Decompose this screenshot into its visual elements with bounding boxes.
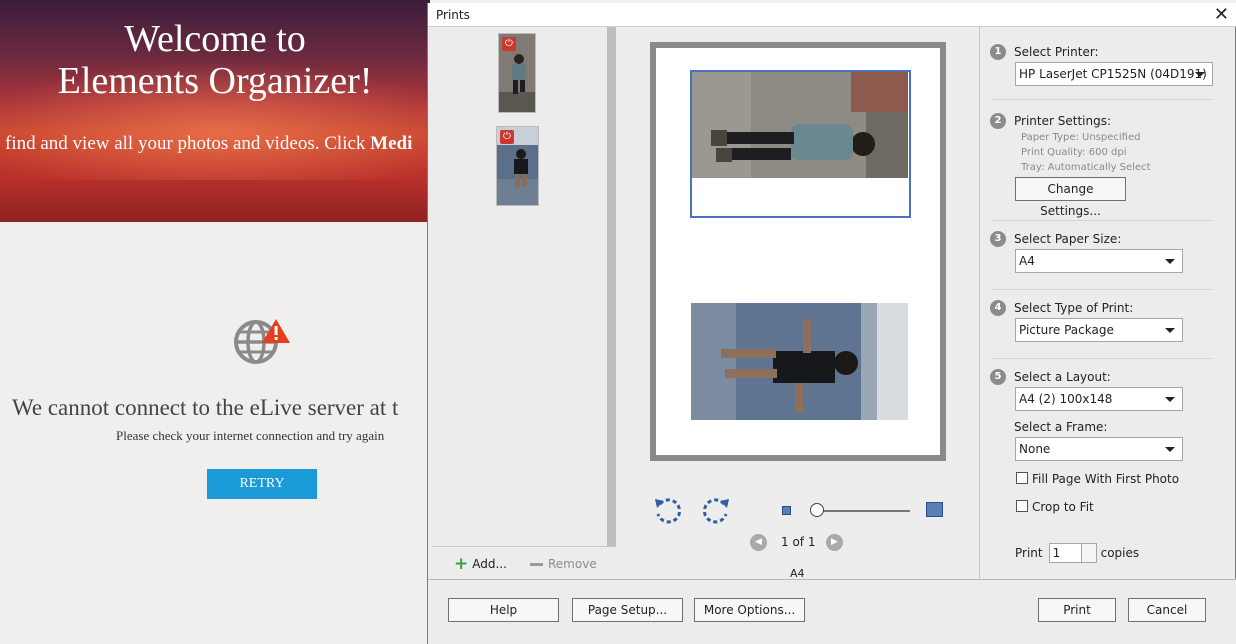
plus-icon: + — [454, 554, 469, 574]
more-options-button[interactable]: More Options... — [694, 598, 805, 622]
chevron-down-icon — [1195, 72, 1205, 77]
remove-photo-label: Remove — [548, 557, 597, 571]
layout-select[interactable]: A4 (2) 100x148 — [1015, 387, 1183, 411]
frame-select-value: None — [1019, 442, 1051, 456]
chevron-down-icon — [1165, 397, 1175, 402]
dialog-title: Prints — [436, 8, 470, 22]
add-photos-button[interactable]: + Add... — [454, 554, 507, 574]
page-setup-button[interactable]: Page Setup... — [572, 598, 683, 622]
rotate-left-icon[interactable] — [652, 495, 682, 525]
copies-row: Print 1 copies — [1015, 543, 1139, 563]
step-4-badge: 4 — [990, 300, 1006, 316]
layout-label: Select a Layout: — [1014, 370, 1111, 384]
chevron-down-icon — [1165, 259, 1175, 264]
thumbnail-actions-bar: + Add... Remove — [432, 546, 616, 579]
step-1-badge: 1 — [990, 44, 1006, 60]
next-page-icon[interactable]: ▶ — [826, 534, 843, 551]
remove-photo-button[interactable]: Remove — [530, 557, 597, 571]
globe-warning-icon — [234, 319, 290, 364]
rotate-badge-icon: ⏻ — [502, 37, 516, 51]
print-type-label: Select Type of Print: — [1014, 301, 1134, 315]
organizer-welcome-panel: Welcome to Elements Organizer! find and … — [0, 0, 430, 644]
photo-thumbnail-list: ⏻ ⏻ — [432, 27, 617, 546]
zoom-out-icon[interactable] — [782, 506, 791, 515]
print-button[interactable]: Print — [1038, 598, 1116, 622]
welcome-description: find and view all your photos and videos… — [5, 133, 412, 155]
change-settings-button[interactable]: Change Settings... — [1015, 177, 1126, 218]
dialog-titlebar: Prints ✕ — [428, 3, 1236, 27]
previous-page-icon[interactable]: ◀ — [750, 534, 767, 551]
tray-info: Tray: Automatically Select — [1021, 162, 1151, 173]
thumbnail-photo-2[interactable]: ⏻ — [496, 126, 539, 206]
paper-size-select[interactable]: A4 — [1015, 249, 1183, 273]
prints-dialog: Prints ✕ ⏻ ⏻ + Add... Remove ◀ 1 of 1 ▶ … — [427, 3, 1236, 644]
printer-select-value: HP LaserJet CP1525N (04D191) — [1019, 67, 1207, 81]
print-quality-info: Print Quality: 600 dpi — [1021, 147, 1127, 158]
chevron-down-icon — [1165, 328, 1175, 333]
zoom-slider-track[interactable] — [816, 510, 910, 512]
chevron-down-icon — [1165, 447, 1175, 452]
paper-size-label: Select Paper Size: — [1014, 232, 1122, 246]
thumbnail-photo-1[interactable]: ⏻ — [498, 33, 536, 113]
page-indicator: 1 of 1 — [781, 535, 816, 549]
preview-photo-2[interactable] — [691, 303, 908, 420]
divider — [991, 220, 1213, 221]
welcome-description-bold: Medi — [370, 133, 413, 154]
print-type-select-value: Picture Package — [1019, 323, 1114, 337]
divider — [991, 358, 1213, 359]
paper-type-info: Paper Type: Unspecified — [1021, 132, 1141, 143]
fill-page-label: Fill Page With First Photo — [1032, 472, 1180, 486]
minus-icon — [530, 562, 543, 566]
rotate-right-icon[interactable] — [702, 495, 732, 525]
retry-button[interactable]: RETRY — [207, 469, 317, 499]
crop-to-fit-label: Crop to Fit — [1032, 500, 1094, 514]
connection-error-message: We cannot connect to the eLive server at… — [12, 395, 399, 420]
zoom-slider-handle[interactable] — [810, 503, 824, 517]
copies-value: 1 — [1052, 546, 1061, 560]
close-icon[interactable]: ✕ — [1214, 3, 1229, 27]
crop-to-fit-checkbox[interactable] — [1016, 500, 1028, 512]
selected-photo-frame[interactable] — [690, 70, 911, 218]
frame-label: Select a Frame: — [1014, 420, 1108, 434]
paper-size-select-value: A4 — [1019, 254, 1035, 268]
preview-controls: ◀ 1 of 1 ▶ A4 — [616, 487, 980, 580]
dialog-button-bar: Help Page Setup... More Options... Print… — [428, 579, 1236, 644]
divider — [991, 99, 1213, 100]
select-printer-label: Select Printer: — [1014, 45, 1099, 59]
print-settings-panel: 1 Select Printer: HP LaserJet CP1525N (0… — [981, 27, 1236, 579]
printer-select[interactable]: HP LaserJet CP1525N (04D191) — [1015, 62, 1213, 86]
cancel-button[interactable]: Cancel — [1128, 598, 1206, 622]
frame-select[interactable]: None — [1015, 437, 1183, 461]
print-type-select[interactable]: Picture Package — [1015, 318, 1183, 342]
step-3-badge: 3 — [990, 231, 1006, 247]
page-preview — [650, 42, 946, 461]
fill-page-checkbox[interactable] — [1016, 472, 1028, 484]
copies-label: copies — [1100, 546, 1140, 560]
print-copies-label: Print — [1015, 546, 1043, 560]
layout-select-value: A4 (2) 100x148 — [1019, 392, 1113, 406]
divider — [991, 289, 1213, 290]
print-preview-panel: ◀ 1 of 1 ▶ A4 — [616, 27, 980, 580]
step-5-badge: 5 — [990, 369, 1006, 385]
welcome-heading-line1: Welcome to — [124, 18, 306, 60]
preview-photo-2-image — [691, 303, 908, 420]
help-button[interactable]: Help — [448, 598, 559, 622]
connection-error-hint: Please check your internet connection an… — [116, 428, 385, 443]
rotate-badge-icon: ⏻ — [500, 130, 514, 144]
welcome-heading-line2: Elements Organizer! — [57, 60, 373, 102]
welcome-description-text: find and view all your photos and videos… — [5, 133, 371, 154]
copies-stepper[interactable]: 1 — [1048, 543, 1097, 563]
step-2-badge: 2 — [990, 113, 1006, 129]
zoom-in-icon[interactable] — [926, 502, 943, 517]
printer-settings-label: Printer Settings: — [1014, 114, 1111, 128]
add-photos-label: Add... — [472, 557, 507, 571]
